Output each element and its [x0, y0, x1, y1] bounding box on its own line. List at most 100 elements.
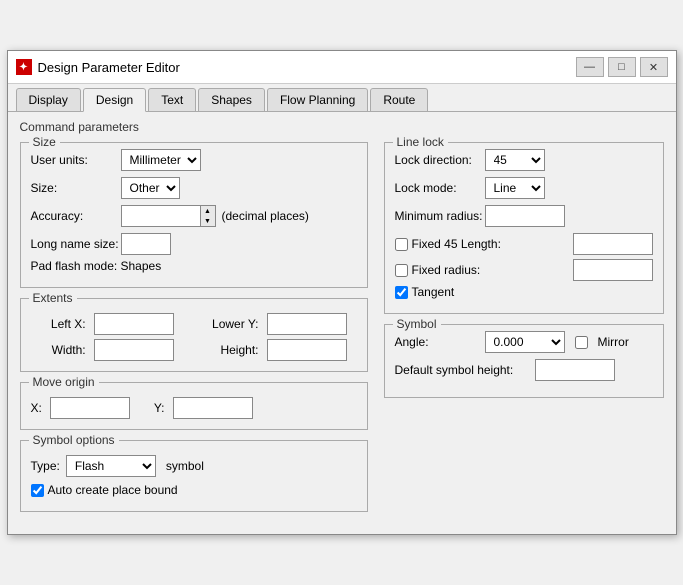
- fixed-45-input[interactable]: 0.6350: [573, 233, 653, 255]
- move-x-label: X:: [31, 401, 42, 415]
- move-x-input[interactable]: 0.0000: [50, 397, 130, 419]
- spin-down-button[interactable]: ▼: [201, 216, 215, 226]
- symbol-group-title: Symbol: [393, 317, 441, 331]
- move-origin-row: X: 0.0000 Y: 0.0000: [31, 397, 357, 419]
- move-y-label: Y:: [154, 401, 165, 415]
- user-units-row: User units: Millimeter Inch Micron: [31, 149, 357, 171]
- fixed-radius-label: Fixed radius:: [412, 263, 569, 277]
- move-y-input[interactable]: 0.0000: [173, 397, 253, 419]
- type-select[interactable]: Flash Filled Outline: [66, 455, 156, 477]
- tangent-label: Tangent: [412, 285, 455, 299]
- tab-route[interactable]: Route: [370, 88, 428, 111]
- pad-flash-label: Pad flash mode:: [31, 259, 121, 273]
- tab-shapes[interactable]: Shapes: [198, 88, 265, 111]
- min-radius-row: Minimum radius: 0.0000: [395, 205, 653, 227]
- auto-create-label: Auto create place bound: [48, 483, 178, 497]
- default-height-row: Default symbol height: 3.8100: [395, 359, 653, 381]
- size-group: Size User units: Millimeter Inch Micron …: [20, 142, 368, 288]
- width-label: Width:: [31, 343, 86, 357]
- accuracy-input[interactable]: 4: [121, 205, 201, 227]
- close-button[interactable]: ✕: [640, 57, 668, 77]
- symbol-static-label: symbol: [166, 459, 204, 473]
- long-name-label: Long name size:: [31, 237, 121, 251]
- tangent-checkbox[interactable]: [395, 286, 408, 299]
- extents-group-title: Extents: [29, 291, 77, 305]
- default-height-label: Default symbol height:: [395, 363, 535, 377]
- extents-group: Extents Left X: -5.0000 Lower Y: -5.0000…: [20, 298, 368, 372]
- title-bar: ✦ Design Parameter Editor — □ ✕: [8, 51, 676, 84]
- angle-select[interactable]: 0.000 45.000 90.000 180.000: [485, 331, 565, 353]
- line-lock-title: Line lock: [393, 135, 448, 149]
- lock-direction-row: Lock direction: 45 90 Any: [395, 149, 653, 171]
- height-input[interactable]: 10.0000: [267, 339, 347, 361]
- default-height-input[interactable]: 3.8100: [535, 359, 615, 381]
- auto-create-checkbox[interactable]: [31, 484, 44, 497]
- tangent-row: Tangent: [395, 285, 653, 299]
- accuracy-row: Accuracy: 4 ▲ ▼ (decimal places): [31, 205, 357, 227]
- symbol-options-group: Symbol options Type: Flash Filled Outlin…: [20, 440, 368, 512]
- min-radius-input[interactable]: 0.0000: [485, 205, 565, 227]
- auto-create-row: Auto create place bound: [31, 483, 357, 497]
- size-select[interactable]: Other A4 A3 Letter: [121, 177, 180, 199]
- line-lock-group: Line lock Lock direction: 45 90 Any Lock…: [384, 142, 664, 314]
- spin-buttons: ▲ ▼: [201, 205, 216, 227]
- spin-up-button[interactable]: ▲: [201, 206, 215, 216]
- mirror-checkbox[interactable]: [575, 336, 588, 349]
- move-origin-title: Move origin: [29, 375, 99, 389]
- minimize-button[interactable]: —: [576, 57, 604, 77]
- tab-text[interactable]: Text: [148, 88, 196, 111]
- window-title: Design Parameter Editor: [38, 60, 180, 75]
- width-input[interactable]: 10.0000: [94, 339, 174, 361]
- lock-mode-label: Lock mode:: [395, 181, 485, 195]
- symbol-group: Symbol Angle: 0.000 45.000 90.000 180.00…: [384, 324, 664, 398]
- lock-direction-label: Lock direction:: [395, 153, 485, 167]
- app-icon: ✦: [16, 59, 32, 75]
- lower-y-label: Lower Y:: [192, 317, 259, 331]
- left-panel: Size User units: Millimeter Inch Micron …: [20, 142, 368, 522]
- left-x-label: Left X:: [31, 317, 86, 331]
- height-label: Height:: [192, 343, 259, 357]
- mirror-label: Mirror: [598, 335, 629, 349]
- command-parameters-label: Command parameters: [20, 120, 664, 134]
- mirror-row: Mirror: [575, 335, 629, 349]
- tab-flow-planning[interactable]: Flow Planning: [267, 88, 368, 111]
- pad-flash-row: Pad flash mode: Shapes: [31, 259, 357, 273]
- left-x-input[interactable]: -5.0000: [94, 313, 174, 335]
- fixed-45-label: Fixed 45 Length:: [412, 237, 569, 251]
- tab-bar: Display Design Text Shapes Flow Planning…: [8, 84, 676, 112]
- right-panel: Line lock Lock direction: 45 90 Any Lock…: [384, 142, 664, 522]
- angle-row: Angle: 0.000 45.000 90.000 180.000 Mirro…: [395, 331, 653, 353]
- type-label: Type:: [31, 459, 60, 473]
- fixed-45-checkbox[interactable]: [395, 238, 408, 251]
- fixed-radius-input[interactable]: 0.6350: [573, 259, 653, 281]
- pad-flash-value: Shapes: [121, 259, 162, 273]
- lock-direction-select[interactable]: 45 90 Any: [485, 149, 545, 171]
- size-row: Size: Other A4 A3 Letter: [31, 177, 357, 199]
- size-group-title: Size: [29, 135, 60, 149]
- fixed-radius-checkbox[interactable]: [395, 264, 408, 277]
- fixed-radius-row: Fixed radius: 0.6350: [395, 259, 653, 281]
- size-label: Size:: [31, 181, 121, 195]
- accuracy-label: Accuracy:: [31, 209, 121, 223]
- main-body: Size User units: Millimeter Inch Micron …: [20, 142, 664, 522]
- tab-design[interactable]: Design: [83, 88, 146, 112]
- decimal-label: (decimal places): [222, 209, 309, 223]
- lock-mode-select[interactable]: Line Arc: [485, 177, 545, 199]
- lower-y-input[interactable]: -5.0000: [267, 313, 347, 335]
- extents-grid: Left X: -5.0000 Lower Y: -5.0000 Width: …: [31, 313, 357, 361]
- long-name-row: Long name size: 255: [31, 233, 357, 255]
- angle-label: Angle:: [395, 335, 485, 349]
- maximize-button[interactable]: □: [608, 57, 636, 77]
- min-radius-label: Minimum radius:: [395, 209, 485, 223]
- long-name-input[interactable]: 255: [121, 233, 171, 255]
- symbol-options-title: Symbol options: [29, 433, 119, 447]
- user-units-label: User units:: [31, 153, 121, 167]
- tab-display[interactable]: Display: [16, 88, 81, 111]
- user-units-select[interactable]: Millimeter Inch Micron: [121, 149, 201, 171]
- main-window: ✦ Design Parameter Editor — □ ✕ Display …: [7, 50, 677, 535]
- move-origin-group: Move origin X: 0.0000 Y: 0.0000: [20, 382, 368, 430]
- title-buttons: — □ ✕: [576, 57, 668, 77]
- fixed-45-row: Fixed 45 Length: 0.6350: [395, 233, 653, 255]
- symbol-type-row: Type: Flash Filled Outline symbol: [31, 455, 357, 477]
- lock-mode-row: Lock mode: Line Arc: [395, 177, 653, 199]
